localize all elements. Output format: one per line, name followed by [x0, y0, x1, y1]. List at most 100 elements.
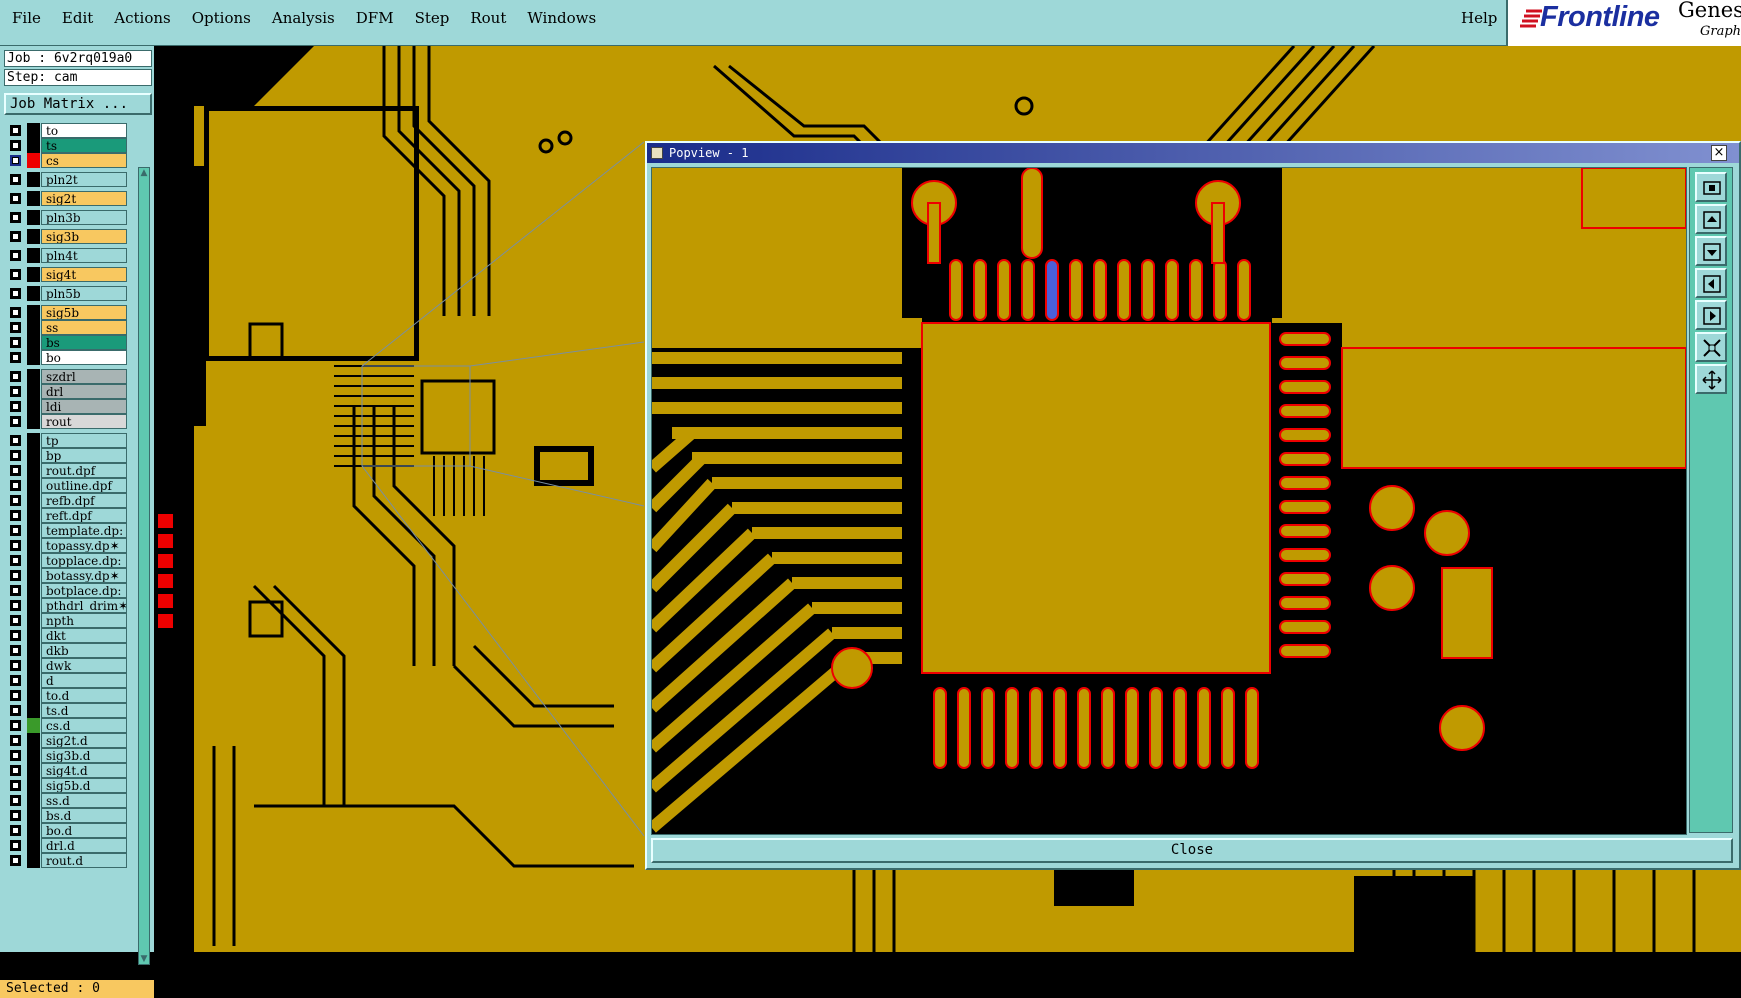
layer-row[interactable]: sig2t.d: [4, 733, 135, 748]
layer-swatch[interactable]: [27, 123, 40, 138]
layer-name[interactable]: refb.dpf: [41, 493, 127, 508]
layer-name[interactable]: pln4t: [41, 248, 127, 263]
layer-swatch[interactable]: [27, 658, 40, 673]
layer-row[interactable]: rout.d: [4, 853, 135, 868]
layer-name[interactable]: botplace.dp:: [41, 583, 127, 598]
layer-checkbox[interactable]: [10, 570, 21, 581]
layer-name[interactable]: rout.dpf: [41, 463, 127, 478]
scroll-up-icon[interactable]: ▲: [139, 168, 149, 178]
layer-name[interactable]: dkb: [41, 643, 127, 658]
layer-row[interactable]: to: [4, 123, 135, 138]
layer-swatch[interactable]: [27, 793, 40, 808]
menu-step[interactable]: Step: [413, 9, 452, 27]
layer-checkbox[interactable]: [10, 322, 21, 333]
layer-checkbox[interactable]: [10, 269, 21, 280]
layer-row[interactable]: ss: [4, 320, 135, 335]
layer-checkbox[interactable]: [10, 825, 21, 836]
layer-row[interactable]: ldi: [4, 399, 135, 414]
layer-checkbox[interactable]: [10, 840, 21, 851]
layer-name[interactable]: bp: [41, 448, 127, 463]
layer-name[interactable]: pln3b: [41, 210, 127, 225]
layer-row[interactable]: sig3b.d: [4, 748, 135, 763]
layer-swatch[interactable]: [27, 448, 40, 463]
layer-checkbox[interactable]: [10, 174, 21, 185]
layer-row[interactable]: d: [4, 673, 135, 688]
layer-row[interactable]: npth: [4, 613, 135, 628]
layer-checkbox[interactable]: [10, 675, 21, 686]
layer-name[interactable]: cs: [41, 153, 127, 168]
layer-row[interactable]: pln5b: [4, 286, 135, 301]
pan-left-button[interactable]: [1695, 268, 1727, 298]
layer-checkbox[interactable]: [10, 540, 21, 551]
pan-right-button[interactable]: [1695, 300, 1727, 330]
layer-row[interactable]: pln4t: [4, 248, 135, 263]
layer-checkbox[interactable]: [10, 780, 21, 791]
pan-down-button[interactable]: [1695, 236, 1727, 266]
layer-row[interactable]: sig4t.d: [4, 763, 135, 778]
layer-name[interactable]: ldi: [41, 399, 127, 414]
layer-name[interactable]: botassy.dp✶: [41, 568, 127, 583]
layer-checkbox[interactable]: [10, 212, 21, 223]
layer-name[interactable]: topassy.dp✶: [41, 538, 127, 553]
layer-checkbox[interactable]: [10, 352, 21, 363]
layer-row[interactable]: dwk: [4, 658, 135, 673]
layer-checkbox[interactable]: [10, 720, 21, 731]
layer-checkbox[interactable]: [10, 495, 21, 506]
layer-name[interactable]: sig5b.d: [41, 778, 127, 793]
layer-row[interactable]: rout.dpf: [4, 463, 135, 478]
layer-swatch[interactable]: [27, 433, 40, 448]
layer-swatch[interactable]: [27, 688, 40, 703]
layer-checkbox[interactable]: [10, 690, 21, 701]
layer-swatch[interactable]: [27, 718, 40, 733]
layer-name[interactable]: sig5b: [41, 305, 127, 320]
layer-name[interactable]: bo: [41, 350, 127, 365]
layer-name[interactable]: topplace.dp:: [41, 553, 127, 568]
layer-name[interactable]: dwk: [41, 658, 127, 673]
layer-name[interactable]: to.d: [41, 688, 127, 703]
layer-row[interactable]: reft.dpf: [4, 508, 135, 523]
layer-swatch[interactable]: [27, 463, 40, 478]
layer-swatch[interactable]: [27, 478, 40, 493]
layer-row[interactable]: topplace.dp:: [4, 553, 135, 568]
layer-row[interactable]: cs.d: [4, 718, 135, 733]
layer-checkbox[interactable]: [10, 140, 21, 151]
layer-checkbox[interactable]: [10, 435, 21, 446]
layer-swatch[interactable]: [27, 583, 40, 598]
layer-checkbox[interactable]: [10, 250, 21, 261]
layer-checkbox[interactable]: [10, 193, 21, 204]
layer-swatch[interactable]: [27, 853, 40, 868]
layer-name[interactable]: bs.d: [41, 808, 127, 823]
layer-name[interactable]: bo.d: [41, 823, 127, 838]
layer-row[interactable]: bs: [4, 335, 135, 350]
layer-name[interactable]: pln5b: [41, 286, 127, 301]
layer-swatch[interactable]: [27, 838, 40, 853]
layer-row[interactable]: ts: [4, 138, 135, 153]
layer-swatch[interactable]: [27, 613, 40, 628]
layer-swatch[interactable]: [27, 153, 40, 168]
layer-name[interactable]: reft.dpf: [41, 508, 127, 523]
layer-scrollbar[interactable]: ▲ ▼: [138, 167, 150, 965]
layer-checkbox[interactable]: [10, 645, 21, 656]
layer-checkbox[interactable]: [10, 371, 21, 382]
layer-swatch[interactable]: [27, 369, 40, 384]
layer-row[interactable]: pln2t: [4, 172, 135, 187]
layer-checkbox[interactable]: [10, 465, 21, 476]
layer-name[interactable]: rout: [41, 414, 127, 429]
layer-name[interactable]: to: [41, 123, 127, 138]
layer-row[interactable]: sig3b: [4, 229, 135, 244]
layer-swatch[interactable]: [27, 384, 40, 399]
layer-checkbox[interactable]: [10, 585, 21, 596]
layer-swatch[interactable]: [27, 568, 40, 583]
layer-name[interactable]: npth: [41, 613, 127, 628]
layer-row[interactable]: bo: [4, 350, 135, 365]
layer-swatch[interactable]: [27, 748, 40, 763]
layer-swatch[interactable]: [27, 703, 40, 718]
layer-swatch[interactable]: [27, 191, 40, 206]
layer-name[interactable]: ss: [41, 320, 127, 335]
layer-name[interactable]: template.dp:: [41, 523, 127, 538]
pan-up-button[interactable]: [1695, 204, 1727, 234]
layer-swatch[interactable]: [27, 399, 40, 414]
close-button[interactable]: Close: [651, 838, 1733, 863]
layer-name[interactable]: sig3b: [41, 229, 127, 244]
zoom-out-button[interactable]: [1695, 364, 1727, 394]
